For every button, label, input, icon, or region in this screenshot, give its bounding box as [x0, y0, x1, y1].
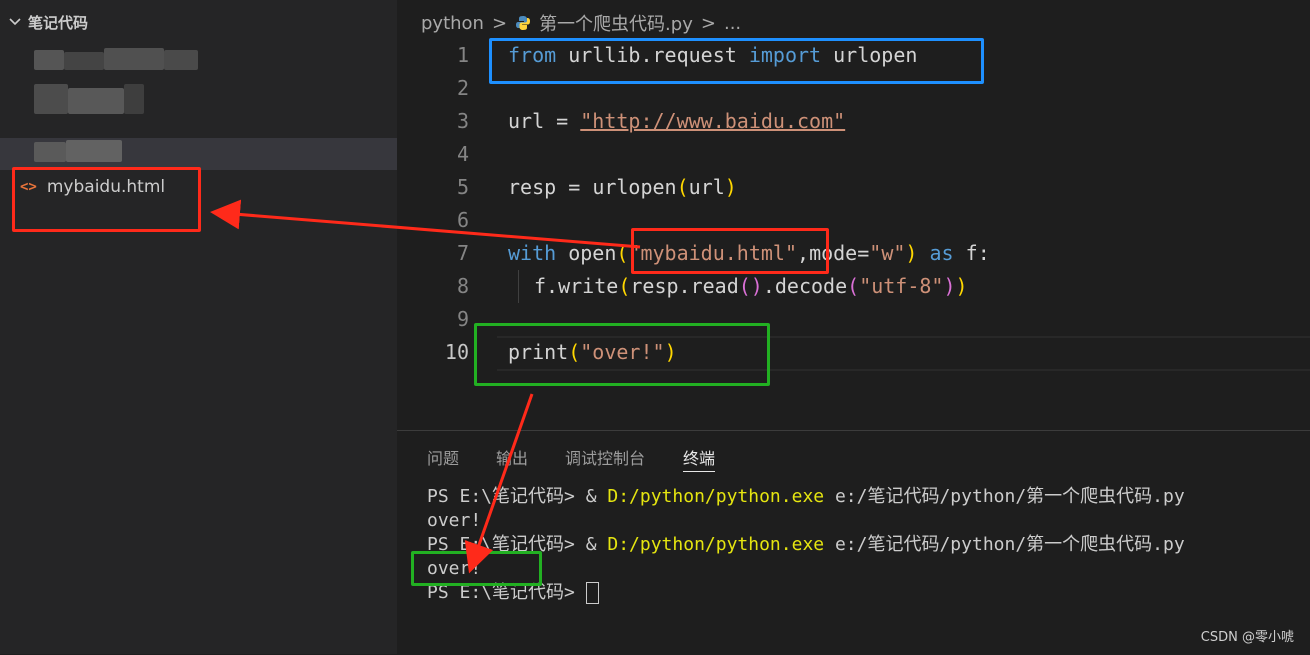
arrow-to-file [210, 199, 641, 249]
annotation-arrows [210, 199, 641, 574]
arrow-to-output [464, 393, 534, 574]
